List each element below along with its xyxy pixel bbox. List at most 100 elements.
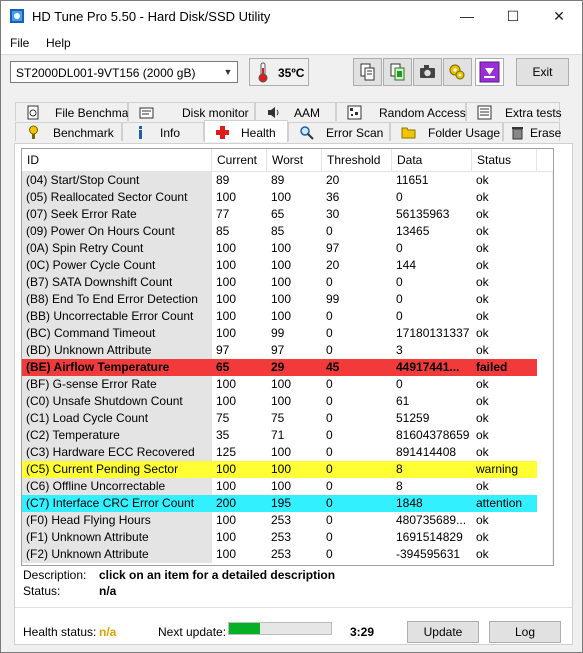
- tab-extra-tests[interactable]: Extra tests: [466, 102, 562, 121]
- drive-select[interactable]: ST2000DL001-9VT156 (2000 gB) ▼: [10, 61, 238, 83]
- cell-id: (BC) Command Timeout: [22, 325, 212, 342]
- scroll-up-icon[interactable]: ▲: [552, 171, 553, 188]
- options-button[interactable]: [443, 58, 472, 86]
- table-row[interactable]: (09) Power On Hours Count 85 85 0 13465 ok: [22, 223, 537, 240]
- tab-error-scan[interactable]: Error Scan: [288, 122, 390, 141]
- temperature-value: 35ºC: [278, 66, 305, 80]
- cell-threshold: 0: [326, 275, 333, 289]
- cell-current: 100: [216, 258, 237, 272]
- scroll-down-icon[interactable]: ▼: [552, 548, 553, 565]
- table-row[interactable]: (F2) Unknown Attribute 100 253 0 -394595631 o…: [22, 546, 537, 563]
- table-row[interactable]: (C2) Temperature 35 71 0 81604378659 ok: [22, 427, 537, 444]
- table-row[interactable]: (C3) Hardware ECC Recovered 125 100 0 891414…: [22, 444, 537, 461]
- minimize-button[interactable]: —: [444, 1, 490, 32]
- cell-worst: 97: [271, 343, 285, 357]
- vertical-scrollbar[interactable]: ▲ ▼: [552, 171, 554, 565]
- cell-data: 44917441...: [396, 360, 460, 374]
- close-button[interactable]: ✕: [536, 1, 582, 32]
- smart-table[interactable]: ID Current Worst Threshold Data Status (…: [21, 148, 554, 566]
- copy-info-button[interactable]: [353, 58, 382, 86]
- table-row[interactable]: (C0) Unsafe Shutdown Count 100 100 0 61 ok: [22, 393, 537, 410]
- cell-current: 100: [216, 479, 237, 493]
- cell-threshold: 0: [326, 411, 333, 425]
- cell-threshold: 0: [326, 343, 333, 357]
- table-row[interactable]: (0C) Power Cycle Count 100 100 20 144 ok: [22, 257, 537, 274]
- table-row[interactable]: (0A) Spin Retry Count 100 100 97 0 ok: [22, 240, 537, 257]
- table-row[interactable]: (C6) Offline Uncorrectable 100 100 0 8 ok: [22, 478, 537, 495]
- table-row[interactable]: (B8) End To End Error Detection 100 100 99 0…: [22, 291, 537, 308]
- update-button[interactable]: Update: [407, 621, 479, 643]
- cell-status: ok: [476, 309, 489, 323]
- column-header-status[interactable]: Status: [472, 149, 537, 171]
- cell-threshold: 0: [326, 462, 333, 476]
- log-button[interactable]: Log: [489, 621, 561, 643]
- copy-screen-button[interactable]: [383, 58, 412, 86]
- cell-status: ok: [476, 428, 489, 442]
- tab-erase[interactable]: Erase: [503, 122, 561, 141]
- tab-disk-monitor[interactable]: Disk monitor: [128, 102, 255, 121]
- tab-aam[interactable]: AAM: [255, 102, 336, 121]
- cell-status: ok: [476, 479, 489, 493]
- column-header-current[interactable]: Current: [212, 149, 267, 171]
- table-row[interactable]: (BB) Uncorrectable Error Count 100 100 0 0 ok: [22, 308, 537, 325]
- tab-file-benchmark[interactable]: File Benchmark: [15, 102, 138, 121]
- cell-id: (C2) Temperature: [22, 427, 212, 444]
- tab-benchmark[interactable]: Benchmark: [15, 122, 122, 141]
- exit-button[interactable]: Exit: [516, 58, 569, 86]
- tab-health[interactable]: Health: [204, 120, 288, 142]
- table-row[interactable]: (B7) SATA Downshift Count 100 100 0 0 ok: [22, 274, 537, 291]
- maximize-button[interactable]: ☐: [490, 1, 536, 32]
- table-row[interactable]: (05) Reallocated Sector Count 100 100 36 0 ok: [22, 189, 537, 206]
- app-icon: [10, 9, 24, 23]
- cell-status: ok: [476, 258, 489, 272]
- cell-current: 100: [216, 377, 237, 391]
- cell-status: ok: [476, 547, 489, 561]
- cell-threshold: 97: [326, 241, 340, 255]
- table-row[interactable]: (F0) Head Flying Hours 100 253 0 480735689..…: [22, 512, 537, 529]
- cell-status: ok: [476, 241, 489, 255]
- save-button[interactable]: [475, 58, 504, 86]
- tab-label: Disk monitor: [182, 106, 249, 120]
- cell-threshold: 0: [326, 445, 333, 459]
- cell-data: 0: [396, 377, 403, 391]
- menu-file[interactable]: File: [10, 36, 29, 50]
- copy-info-icon: [360, 63, 375, 81]
- table-row[interactable]: (07) Seek Error Rate 77 65 30 56135963 ok: [22, 206, 537, 223]
- tab-label: Health: [241, 126, 276, 140]
- cell-worst: 100: [271, 275, 292, 289]
- column-header-threshold[interactable]: Threshold: [322, 149, 392, 171]
- table-row[interactable]: (F1) Unknown Attribute 100 253 0 1691514829 o…: [22, 529, 537, 546]
- cell-id: (F2) Unknown Attribute: [22, 546, 212, 563]
- tab-label: Random Access: [379, 106, 466, 120]
- description-label: Description:: [23, 568, 87, 582]
- table-row[interactable]: (BE) Airflow Temperature 65 29 45 44917441..…: [22, 359, 537, 376]
- cell-id: (BF) G-sense Error Rate: [22, 376, 212, 393]
- column-header-id[interactable]: ID: [22, 149, 212, 171]
- cell-current: 100: [216, 394, 237, 408]
- scroll-thumb[interactable]: [553, 188, 554, 546]
- cell-worst: 100: [271, 479, 292, 493]
- cell-current: 35: [216, 428, 230, 442]
- table-row[interactable]: (BF) G-sense Error Rate 100 100 0 0 ok: [22, 376, 537, 393]
- table-row[interactable]: (BD) Unknown Attribute 97 97 0 3 ok: [22, 342, 537, 359]
- cell-data: 144: [396, 258, 417, 272]
- table-row[interactable]: (04) Start/Stop Count 89 89 20 11651 ok: [22, 172, 537, 189]
- column-header-worst[interactable]: Worst: [267, 149, 322, 171]
- tab-folder-usage[interactable]: Folder Usage: [390, 122, 503, 141]
- tab-random-access[interactable]: Random Access: [336, 102, 466, 121]
- table-row[interactable]: (C1) Load Cycle Count 75 75 0 51259 ok: [22, 410, 537, 427]
- table-row[interactable]: (C7) Interface CRC Error Count 200 195 0 184…: [22, 495, 537, 512]
- cell-worst: 195: [271, 496, 292, 510]
- cell-status: ok: [476, 292, 489, 306]
- menu-help[interactable]: Help: [46, 36, 71, 50]
- tab-info[interactable]: Info: [122, 122, 204, 141]
- table-row[interactable]: (C5) Current Pending Sector 100 100 0 8 warni…: [22, 461, 537, 478]
- cell-worst: 85: [271, 224, 285, 238]
- screenshot-button[interactable]: [413, 58, 442, 86]
- folder-icon: [401, 127, 416, 139]
- table-row[interactable]: (BC) Command Timeout 100 99 0 17180131337 ok: [22, 325, 537, 342]
- cell-threshold: 0: [326, 479, 333, 493]
- title-bar[interactable]: HD Tune Pro 5.50 - Hard Disk/SSD Utility…: [1, 1, 582, 32]
- column-header-data[interactable]: Data: [392, 149, 472, 171]
- cell-data: 3: [396, 343, 403, 357]
